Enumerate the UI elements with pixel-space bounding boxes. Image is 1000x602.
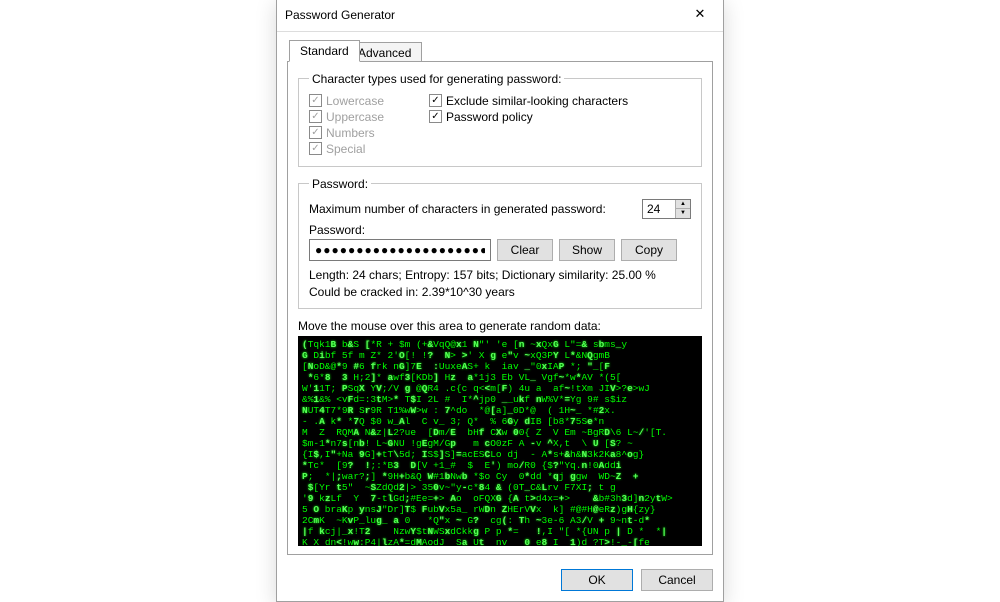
tab-panel-standard: Character types used for generating pass… [287, 61, 713, 556]
copy-button[interactable]: Copy [621, 239, 677, 261]
show-button[interactable]: Show [559, 239, 615, 261]
check-icon: ✓ [309, 142, 322, 155]
password-legend: Password: [309, 177, 371, 191]
spinner-down-icon[interactable]: ▼ [676, 209, 690, 218]
character-types-group: Character types used for generating pass… [298, 72, 702, 167]
checkbox-special-label: Special [326, 142, 365, 156]
random-data-area[interactable]: (Tqk1B b&S [*R + $m (+&VqQ@x1 N"' 'e [n … [298, 336, 702, 546]
checkbox-uppercase-label: Uppercase [326, 110, 384, 124]
cancel-button[interactable]: Cancel [641, 569, 713, 591]
check-icon: ✓ [429, 110, 442, 123]
password-generator-dialog: Password Generator ✕ Standard Advanced C… [276, 0, 724, 602]
random-area-label: Move the mouse over this area to generat… [298, 319, 702, 333]
stats-line-2: Could be cracked in: 2.39*10^30 years [309, 284, 691, 301]
check-icon: ✓ [309, 126, 322, 139]
dialog-body: Standard Advanced Character types used f… [277, 32, 723, 562]
checkbox-lowercase[interactable]: ✓ Lowercase [309, 94, 429, 108]
checkbox-uppercase[interactable]: ✓ Uppercase [309, 110, 429, 124]
password-stats: Length: 24 chars; Entropy: 157 bits; Dic… [309, 267, 691, 301]
stats-line-1: Length: 24 chars; Entropy: 157 bits; Dic… [309, 267, 691, 284]
dialog-footer: OK Cancel [277, 561, 723, 601]
window-title: Password Generator [285, 8, 395, 22]
checkbox-numbers[interactable]: ✓ Numbers [309, 126, 429, 140]
check-icon: ✓ [429, 94, 442, 107]
checkbox-exclude-similar[interactable]: ✓ Exclude similar-looking characters [429, 94, 691, 108]
checkbox-numbers-label: Numbers [326, 126, 375, 140]
checkbox-lowercase-label: Lowercase [326, 94, 384, 108]
max-chars-label: Maximum number of characters in generate… [309, 202, 606, 216]
close-button[interactable]: ✕ [685, 5, 715, 25]
password-field[interactable] [309, 239, 491, 261]
max-chars-input[interactable] [643, 200, 675, 218]
tabs: Standard Advanced [287, 40, 713, 62]
max-chars-spinner[interactable]: ▲ ▼ [642, 199, 691, 219]
password-label: Password: [309, 223, 691, 237]
checkbox-password-policy-label: Password policy [446, 110, 533, 124]
checkbox-exclude-similar-label: Exclude similar-looking characters [446, 94, 628, 108]
spinner-up-icon[interactable]: ▲ [676, 200, 690, 210]
ok-button[interactable]: OK [561, 569, 633, 591]
checkbox-special[interactable]: ✓ Special [309, 142, 429, 156]
password-group: Password: Maximum number of characters i… [298, 177, 702, 310]
check-icon: ✓ [309, 110, 322, 123]
titlebar: Password Generator ✕ [277, 0, 723, 32]
character-types-legend: Character types used for generating pass… [309, 72, 564, 86]
tab-standard[interactable]: Standard [289, 40, 360, 62]
check-icon: ✓ [309, 94, 322, 107]
checkbox-password-policy[interactable]: ✓ Password policy [429, 110, 691, 124]
clear-button[interactable]: Clear [497, 239, 553, 261]
